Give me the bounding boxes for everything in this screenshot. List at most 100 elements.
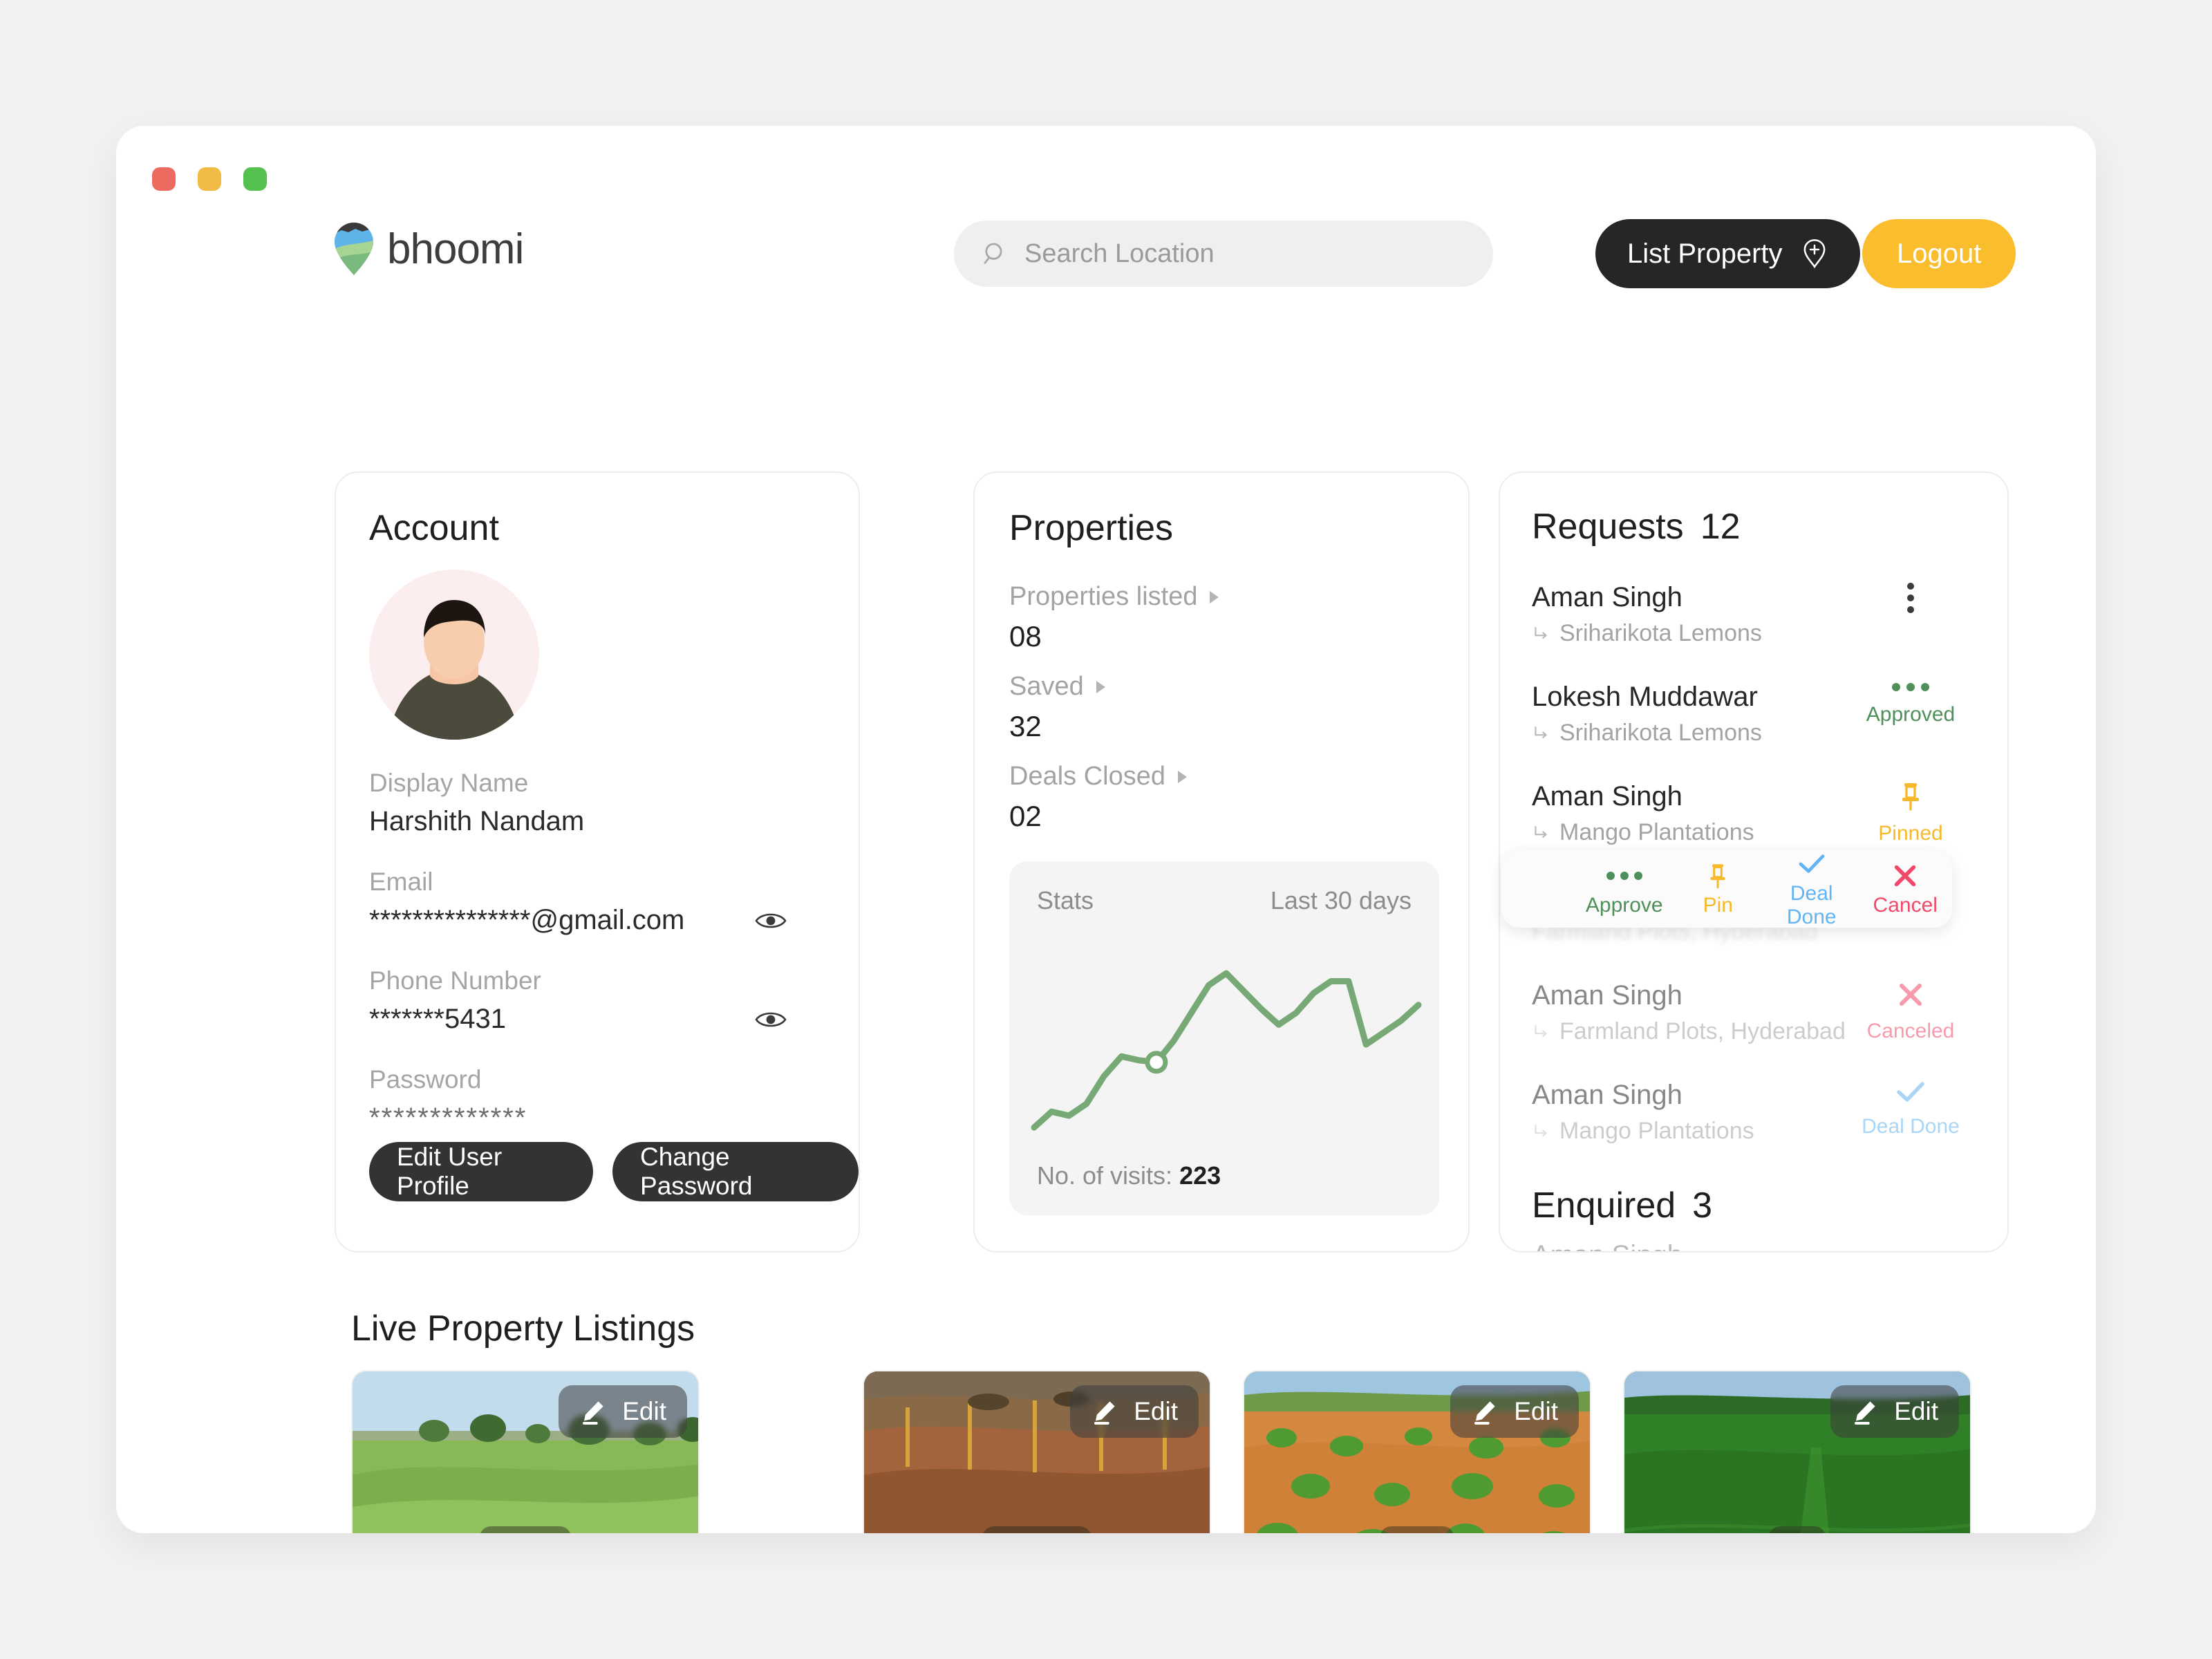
carousel-dot[interactable] xyxy=(488,1533,512,1534)
request-property-text: Farmland Plots, Hyderabad xyxy=(1559,1018,1846,1044)
subtree-arrow-icon xyxy=(1535,726,1547,738)
request-property: Sriharikota Lemons xyxy=(1532,620,1980,647)
pin-action[interactable]: Pin xyxy=(1671,861,1765,917)
toggle-email-visibility-icon[interactable] xyxy=(755,910,787,931)
photo-carousel-dots[interactable] xyxy=(1380,1526,1454,1533)
brand-logo[interactable]: bhoomi xyxy=(335,223,524,275)
app-window: bhoomi Search Location List Property Log… xyxy=(116,126,2096,1533)
bhoomi-pin-icon xyxy=(335,223,373,275)
stat-saved[interactable]: Saved 32 xyxy=(1009,672,1105,743)
request-property-text: Mango Plantations xyxy=(1559,1118,1754,1144)
carousel-dot[interactable] xyxy=(1388,1533,1412,1534)
field-email: Email ***************@gmail.com xyxy=(369,868,825,936)
clipped-request-name: Aman Singh xyxy=(1532,1240,1683,1251)
request-status: Deal Done xyxy=(1862,1115,1960,1138)
carousel-dot[interactable] xyxy=(536,1533,546,1534)
properties-card-title: Properties xyxy=(1009,508,1173,548)
property-listing-card[interactable]: Edit Pamena, Chevella Near highway 88 xyxy=(1243,1370,1591,1533)
subtree-arrow-icon xyxy=(1535,626,1547,639)
logout-button[interactable]: Logout xyxy=(1862,219,2016,288)
field-display-name: Display Name Harshith Nandam xyxy=(369,769,825,837)
request-action[interactable]: Canceled xyxy=(1841,980,1980,1043)
clipped-request-row: Aman Singh xyxy=(1532,1240,1683,1251)
edit-label: Edit xyxy=(1134,1397,1178,1425)
field-password: Password ************* xyxy=(369,1065,825,1134)
property-photo: Edit xyxy=(1624,1371,1970,1533)
property-listing-card[interactable]: Edit Pamena, Chevella Near highway 88 xyxy=(351,1370,700,1533)
carousel-dot[interactable] xyxy=(1021,1533,1031,1534)
carousel-dot[interactable] xyxy=(1777,1533,1801,1534)
map-pin-plus-icon xyxy=(1803,239,1825,269)
edit-listing-button[interactable]: Edit xyxy=(559,1385,687,1438)
chart-marker-point xyxy=(1145,1051,1168,1074)
carousel-dot[interactable] xyxy=(553,1533,563,1534)
stat-properties-listed[interactable]: Properties listed 08 xyxy=(1009,582,1219,653)
cancel-action[interactable]: Cancel xyxy=(1859,861,1953,917)
approve-action[interactable]: Approve xyxy=(1577,861,1671,917)
requests-card-title: Requests 12 xyxy=(1532,506,1741,547)
pin-icon[interactable] xyxy=(1899,781,1922,812)
request-action-popup[interactable]: Approve Pin Deal Done Cancel xyxy=(1501,850,1952,928)
carousel-dot[interactable] xyxy=(1038,1533,1049,1534)
chevron-right-icon xyxy=(1096,680,1105,693)
request-action[interactable]: Deal Done xyxy=(1841,1080,1980,1138)
subtree-arrow-icon xyxy=(1535,1024,1547,1037)
three-dots-icon[interactable] xyxy=(1891,682,1931,693)
carousel-dot[interactable] xyxy=(1073,1533,1083,1534)
change-password-button[interactable]: Change Password xyxy=(612,1142,859,1201)
minimize-window-button[interactable] xyxy=(198,167,221,191)
subtree-arrow-icon xyxy=(1535,825,1547,838)
carousel-dot[interactable] xyxy=(1808,1533,1818,1534)
visits-value: 223 xyxy=(1179,1161,1221,1190)
photo-carousel-dots[interactable] xyxy=(1768,1526,1826,1534)
field-phone-number: Phone Number *******5431 xyxy=(369,966,825,1035)
photo-carousel-dots[interactable] xyxy=(982,1526,1091,1533)
request-action[interactable]: Pinned xyxy=(1841,781,1980,845)
carousel-dot[interactable] xyxy=(518,1533,529,1534)
cross-icon[interactable] xyxy=(1896,980,1925,1009)
enquired-count: 3 xyxy=(1692,1185,1713,1226)
list-property-button[interactable]: List Property xyxy=(1595,219,1860,288)
request-action[interactable]: Approved xyxy=(1841,682,1980,727)
property-listing-card[interactable]: Edit Pamena, Chevella Near highway 88 xyxy=(863,1370,1211,1533)
request-property-text: Sriharikota Lemons xyxy=(1559,720,1762,746)
request-row[interactable]: Aman Singh Mango Plantations Deal Done xyxy=(1532,1080,1980,1156)
request-row[interactable]: Aman Singh Farmland Plots, Hyderabad Can… xyxy=(1532,980,1980,1056)
edit-listing-button[interactable]: Edit xyxy=(1450,1385,1579,1438)
carousel-dot[interactable] xyxy=(1056,1533,1066,1534)
field-label: Email xyxy=(369,868,433,896)
search-icon xyxy=(984,243,1002,264)
request-row[interactable]: Aman Singh Sriharikota Lemons xyxy=(1532,582,1980,658)
three-dots-icon xyxy=(1577,861,1671,891)
stat-deals-closed[interactable]: Deals Closed 02 xyxy=(1009,762,1187,833)
edit-user-profile-button[interactable]: Edit User Profile xyxy=(369,1142,594,1201)
carousel-dot[interactable] xyxy=(1436,1533,1446,1534)
search-location-input[interactable]: Search Location xyxy=(954,221,1493,287)
requests-title-text: Requests xyxy=(1532,507,1684,547)
request-row[interactable]: Aman Singh Mango Plantations Pinned xyxy=(1532,781,1980,857)
carousel-dot[interactable] xyxy=(1418,1533,1429,1534)
stat-label-text: Saved xyxy=(1009,672,1084,701)
close-window-button[interactable] xyxy=(152,167,176,191)
edit-listing-button[interactable]: Edit xyxy=(1830,1385,1959,1438)
pin-label: Pin xyxy=(1703,894,1733,917)
pencil-edit-icon xyxy=(1094,1401,1115,1425)
field-label: Display Name xyxy=(369,769,529,797)
toggle-phone-visibility-icon[interactable] xyxy=(755,1009,787,1030)
request-action[interactable] xyxy=(1841,582,1980,617)
kebab-menu-icon[interactable] xyxy=(1906,582,1915,614)
cross-icon xyxy=(1859,861,1953,891)
edit-listing-button[interactable]: Edit xyxy=(1070,1385,1199,1438)
photo-carousel-dots[interactable] xyxy=(479,1526,572,1534)
field-value: ************* xyxy=(369,1103,527,1133)
check-icon xyxy=(1765,849,1859,879)
check-icon[interactable] xyxy=(1895,1080,1926,1105)
maximize-window-button[interactable] xyxy=(243,167,267,191)
deal-done-action[interactable]: Deal Done xyxy=(1765,849,1859,929)
request-row[interactable]: Lokesh Muddawar Sriharikota Lemons Appro… xyxy=(1532,682,1980,758)
stats-header: Stats Last 30 days xyxy=(1037,886,1412,915)
carousel-dot[interactable] xyxy=(991,1533,1014,1534)
visits-label: No. of visits: xyxy=(1037,1161,1173,1190)
property-listing-card[interactable]: Edit Pamena, Chevella Near highway 88 xyxy=(1623,1370,1971,1533)
pin-icon xyxy=(1671,861,1765,891)
